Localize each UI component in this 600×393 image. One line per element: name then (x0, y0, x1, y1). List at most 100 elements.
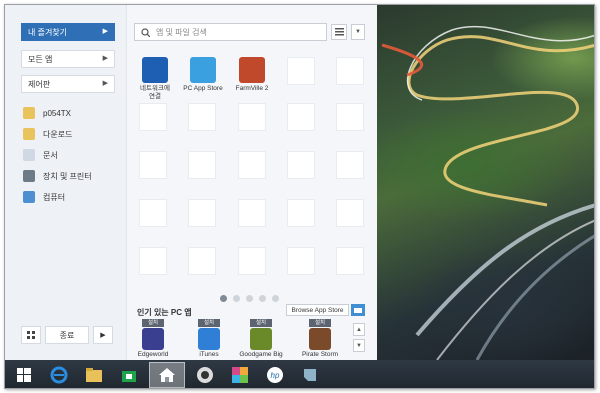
empty-tile[interactable] (139, 247, 167, 275)
empty-tile[interactable] (287, 151, 315, 179)
search-input[interactable] (156, 27, 316, 37)
install-badge[interactable]: 설치 (250, 319, 272, 327)
computer-icon (23, 191, 35, 203)
empty-tile[interactable] (139, 103, 167, 131)
farmville-icon (239, 57, 265, 83)
list-icon (334, 28, 344, 36)
empty-tile[interactable] (287, 199, 315, 227)
chevron-down-icon: ▼ (356, 342, 362, 349)
empty-tile[interactable] (287, 247, 315, 275)
page-dot[interactable] (259, 295, 266, 302)
page-dot[interactable] (233, 295, 240, 302)
itunes-icon (198, 328, 220, 350)
popular-apps-title: 인기 있는 PC 앱 (137, 308, 192, 317)
install-badge[interactable]: 설치 (309, 319, 331, 327)
chevron-up-icon: ▲ (356, 326, 362, 333)
user-folder-icon (23, 107, 35, 119)
pinned-app-farmville-2[interactable]: FarmVille 2 (228, 57, 276, 93)
place-label: 장치 및 프린터 (43, 171, 92, 181)
camera-app-icon (197, 367, 213, 383)
page-dot[interactable] (272, 295, 279, 302)
empty-tile[interactable] (287, 57, 315, 85)
empty-tile[interactable] (139, 199, 167, 227)
notes-app-icon (304, 369, 316, 381)
taskbar-media-app[interactable] (225, 362, 255, 388)
taskbar-internet-explorer[interactable] (44, 362, 74, 388)
empty-tile[interactable] (336, 151, 364, 179)
pinned-app-pc-app-store[interactable]: PC App Store (179, 57, 227, 93)
empty-tile[interactable] (336, 57, 364, 85)
install-badge[interactable]: 설치 (142, 319, 164, 327)
store-icon (122, 371, 136, 382)
empty-tile[interactable] (336, 103, 364, 131)
taskbar-home[interactable] (149, 362, 185, 388)
start-button[interactable] (9, 362, 39, 388)
hp-icon: hp (267, 367, 283, 383)
empty-tile[interactable] (188, 247, 216, 275)
pirate-storm-icon (309, 328, 331, 350)
taskbar-store[interactable] (114, 362, 144, 388)
chevron-right-icon: ▶ (102, 55, 108, 62)
popular-app-edgeworld[interactable]: 설치 Edgeworld (128, 319, 178, 358)
empty-tile[interactable] (336, 247, 364, 275)
windows-logo-icon (17, 368, 31, 382)
empty-tile[interactable] (139, 151, 167, 179)
browse-app-store-button[interactable]: Browse App Store (286, 304, 349, 316)
empty-tile[interactable] (287, 103, 315, 131)
popular-app-goodgame-big[interactable]: 설치 Goodgame Big (236, 319, 286, 358)
view-options-dropdown[interactable]: ▼ (351, 24, 365, 40)
empty-tile[interactable] (188, 151, 216, 179)
popular-app-itunes[interactable]: 설치 iTunes (184, 319, 234, 358)
shutdown-options-button[interactable]: ▶ (93, 326, 113, 344)
apps-grid-button[interactable] (21, 326, 41, 344)
app-label: PC App Store (183, 85, 223, 92)
place-label: p054TX (43, 108, 72, 118)
search-icon (141, 27, 150, 37)
app-label: Goodgame Big (239, 351, 283, 358)
place-computer[interactable]: 컴퓨터 (23, 190, 65, 204)
pinned-app-network[interactable]: 네트워크에 연결 (131, 57, 179, 101)
empty-tile[interactable] (238, 247, 266, 275)
place-devices-printers[interactable]: 장치 및 프린터 (23, 169, 92, 183)
install-badge[interactable]: 설치 (198, 319, 220, 327)
app-label: FarmVille 2 (235, 85, 269, 92)
app-store-shortcut[interactable] (351, 304, 365, 316)
app-label: 네트워크에 연결 (140, 85, 170, 100)
empty-tile[interactable] (238, 103, 266, 131)
chevron-right-icon: ▶ (102, 80, 108, 87)
empty-tile[interactable] (336, 199, 364, 227)
list-view-button[interactable] (331, 24, 347, 40)
scroll-up-button[interactable]: ▲ (353, 323, 365, 336)
favorites-label: 내 즐겨찾기 (28, 27, 68, 37)
edgeworld-icon (142, 328, 164, 350)
desktop-wallpaper (377, 5, 594, 360)
page-indicator (220, 295, 279, 302)
app-label: iTunes (199, 351, 219, 358)
app-label: Edgeworld (137, 351, 169, 358)
empty-tile[interactable] (188, 199, 216, 227)
light-trails-road (381, 25, 594, 360)
taskbar-camera-app[interactable] (190, 362, 220, 388)
control-panel-button[interactable]: 제어판 ▶ (21, 75, 115, 93)
grid-icon (27, 331, 35, 339)
all-apps-button[interactable]: 모든 앱 ▶ (21, 50, 115, 68)
page-dot-active[interactable] (220, 295, 227, 302)
popular-app-pirate-storm[interactable]: 설치 Pirate Storm (295, 319, 345, 358)
media-app-icon (232, 367, 248, 383)
empty-tile[interactable] (188, 103, 216, 131)
downloads-folder-icon (23, 128, 35, 140)
place-documents[interactable]: 문서 (23, 148, 58, 162)
place-label: 문서 (43, 150, 58, 160)
favorites-button[interactable]: 내 즐겨찾기 ▶ (21, 23, 115, 41)
taskbar-file-explorer[interactable] (79, 362, 109, 388)
shutdown-button[interactable]: 종료 (45, 326, 89, 344)
taskbar-notes-app[interactable] (295, 362, 325, 388)
empty-tile[interactable] (238, 151, 266, 179)
place-downloads[interactable]: 다운로드 (23, 127, 72, 141)
place-user-folder[interactable]: p054TX (23, 106, 71, 120)
scroll-down-button[interactable]: ▼ (353, 339, 365, 352)
empty-tile[interactable] (238, 199, 266, 227)
page-dot[interactable] (246, 295, 253, 302)
taskbar-hp[interactable]: hp (260, 362, 290, 388)
bottom-controls: 종료 ▶ (21, 326, 113, 344)
